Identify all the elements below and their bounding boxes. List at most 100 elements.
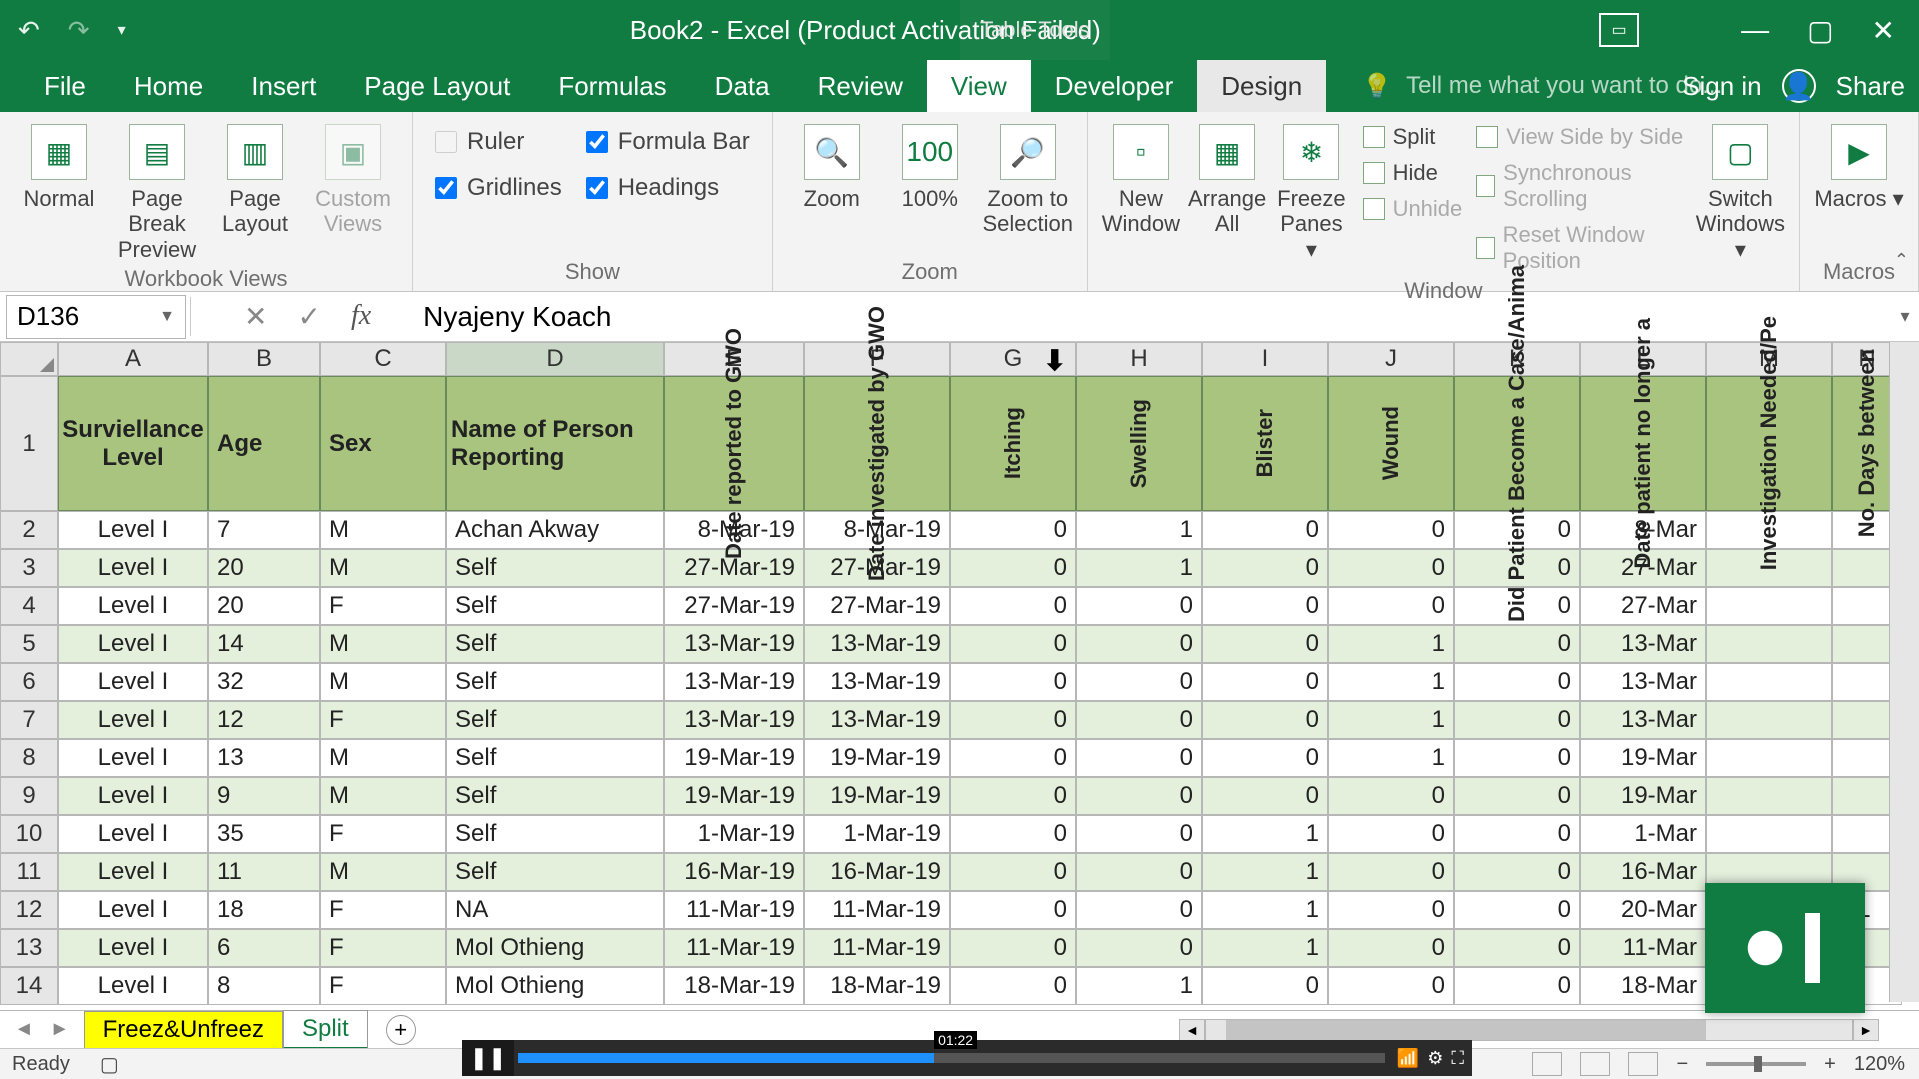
cell[interactable]: 27-Mar-19 <box>804 587 950 625</box>
row-header[interactable]: 2 <box>0 511 58 549</box>
cell[interactable]: 13-Mar <box>1580 663 1706 701</box>
arrange-all-button[interactable]: ▦Arrange All <box>1188 118 1266 237</box>
macros-button[interactable]: ▶Macros ▾ <box>1814 118 1904 211</box>
cell[interactable] <box>1706 777 1832 815</box>
cell[interactable]: 0 <box>1076 929 1202 967</box>
cell[interactable]: 13-Mar-19 <box>804 625 950 663</box>
row-header[interactable]: 14 <box>0 967 58 1005</box>
cell[interactable]: NA <box>446 891 664 929</box>
table-header[interactable]: Surviellance Level <box>58 376 208 511</box>
table-header[interactable]: Name of Person Reporting <box>446 376 664 511</box>
cell[interactable]: 0 <box>1076 891 1202 929</box>
table-header[interactable]: Age <box>208 376 320 511</box>
cell[interactable]: 1 <box>1328 663 1454 701</box>
cell[interactable]: Level I <box>58 701 208 739</box>
cell[interactable]: 0 <box>1076 739 1202 777</box>
cell[interactable]: M <box>320 625 446 663</box>
cell[interactable]: 0 <box>1202 587 1328 625</box>
headings-checkbox[interactable]: Headings <box>586 174 750 202</box>
cell[interactable]: Self <box>446 663 664 701</box>
cell[interactable]: 27-Mar-19 <box>664 587 804 625</box>
unhide-button[interactable]: Unhide <box>1363 196 1463 222</box>
maximize-icon[interactable]: ▢ <box>1807 14 1833 47</box>
row-header-1[interactable]: 1 <box>0 376 58 511</box>
ribbon-display-options-icon[interactable]: ▭ <box>1599 13 1639 47</box>
cell[interactable]: 19-Mar <box>1580 777 1706 815</box>
cell[interactable]: 0 <box>950 663 1076 701</box>
cell[interactable]: 0 <box>1454 891 1580 929</box>
cell[interactable]: 0 <box>950 777 1076 815</box>
page-layout-button[interactable]: ▥Page Layout <box>210 118 300 237</box>
cell[interactable]: 1 <box>1202 929 1328 967</box>
cell[interactable]: F <box>320 967 446 1005</box>
cell[interactable]: 18-Mar-19 <box>664 967 804 1005</box>
page-break-preview-button[interactable]: ▤Page Break Preview <box>112 118 202 262</box>
cell[interactable]: 0 <box>1328 511 1454 549</box>
col-header-B[interactable]: B <box>208 342 320 376</box>
cell[interactable]: 0 <box>1202 549 1328 587</box>
cell[interactable]: 20-Mar <box>1580 891 1706 929</box>
cell[interactable]: M <box>320 777 446 815</box>
cell[interactable]: 18-Mar-19 <box>804 967 950 1005</box>
cell[interactable]: 0 <box>950 929 1076 967</box>
cell[interactable]: 13-Mar-19 <box>664 663 804 701</box>
cell[interactable]: Level I <box>58 891 208 929</box>
cell[interactable]: 1-Mar-19 <box>804 815 950 853</box>
cell[interactable]: 12 <box>208 701 320 739</box>
gridlines-checkbox[interactable]: Gridlines <box>435 174 562 202</box>
name-box[interactable]: D136 ▼ <box>6 295 186 339</box>
scroll-right-icon[interactable]: ► <box>1853 1019 1879 1041</box>
table-header[interactable]: Date reported to GWO <box>664 376 804 511</box>
cell[interactable]: 13 <box>208 739 320 777</box>
zoom-button[interactable]: 🔍Zoom <box>787 118 877 211</box>
table-header[interactable]: Did Patient Become a Case/Anima <box>1454 376 1580 511</box>
hide-button[interactable]: Hide <box>1363 160 1463 186</box>
sheet-nav-next-icon[interactable]: ► <box>50 1018 70 1041</box>
cell[interactable]: Level I <box>58 511 208 549</box>
cell[interactable] <box>1706 625 1832 663</box>
vertical-scrollbar[interactable] <box>1889 342 1919 1002</box>
cell[interactable]: 9 <box>208 777 320 815</box>
cancel-formula-icon[interactable]: ✕ <box>244 300 267 333</box>
cell[interactable]: M <box>320 663 446 701</box>
cell[interactable]: Level I <box>58 549 208 587</box>
cell[interactable]: 18-Mar <box>1580 967 1706 1005</box>
cell[interactable]: 11-Mar-19 <box>664 929 804 967</box>
zoom-in-button[interactable]: + <box>1824 1053 1836 1076</box>
cell[interactable]: 1 <box>1328 701 1454 739</box>
cell[interactable]: 11 <box>208 853 320 891</box>
row-header[interactable]: 11 <box>0 853 58 891</box>
cell[interactable]: M <box>320 739 446 777</box>
tab-data[interactable]: Data <box>691 60 794 112</box>
cell[interactable]: 0 <box>950 739 1076 777</box>
cell[interactable]: 13-Mar-19 <box>804 663 950 701</box>
zoom-slider[interactable] <box>1706 1062 1806 1066</box>
cell[interactable]: 19-Mar-19 <box>804 777 950 815</box>
cell[interactable]: 1 <box>1202 815 1328 853</box>
cell[interactable]: Self <box>446 587 664 625</box>
tab-review[interactable]: Review <box>794 60 927 112</box>
share-icon[interactable]: 👤 <box>1782 69 1816 103</box>
cell[interactable]: 0 <box>1328 777 1454 815</box>
tab-home[interactable]: Home <box>110 60 227 112</box>
cell[interactable]: 0 <box>1454 815 1580 853</box>
zoom-to-selection-button[interactable]: 🔎Zoom to Selection <box>983 118 1073 237</box>
view-side-by-side-button[interactable]: View Side by Side <box>1476 124 1687 150</box>
row-header[interactable]: 6 <box>0 663 58 701</box>
new-window-button[interactable]: ▫New Window <box>1102 118 1180 237</box>
formula-input[interactable] <box>413 301 1891 333</box>
cell[interactable]: 1 <box>1076 967 1202 1005</box>
cell[interactable]: 0 <box>1202 511 1328 549</box>
cell[interactable]: 20 <box>208 587 320 625</box>
cell[interactable]: 1 <box>1202 891 1328 929</box>
cell[interactable]: 16-Mar-19 <box>664 853 804 891</box>
page-break-statusbar-button[interactable] <box>1628 1052 1658 1076</box>
row-header[interactable]: 5 <box>0 625 58 663</box>
cell[interactable]: 0 <box>950 625 1076 663</box>
cell[interactable]: 1 <box>1076 549 1202 587</box>
cell[interactable]: F <box>320 929 446 967</box>
tab-file[interactable]: File <box>20 60 110 112</box>
normal-view-button[interactable]: ▦Normal <box>14 118 104 211</box>
cell[interactable]: M <box>320 549 446 587</box>
cell[interactable]: 6 <box>208 929 320 967</box>
